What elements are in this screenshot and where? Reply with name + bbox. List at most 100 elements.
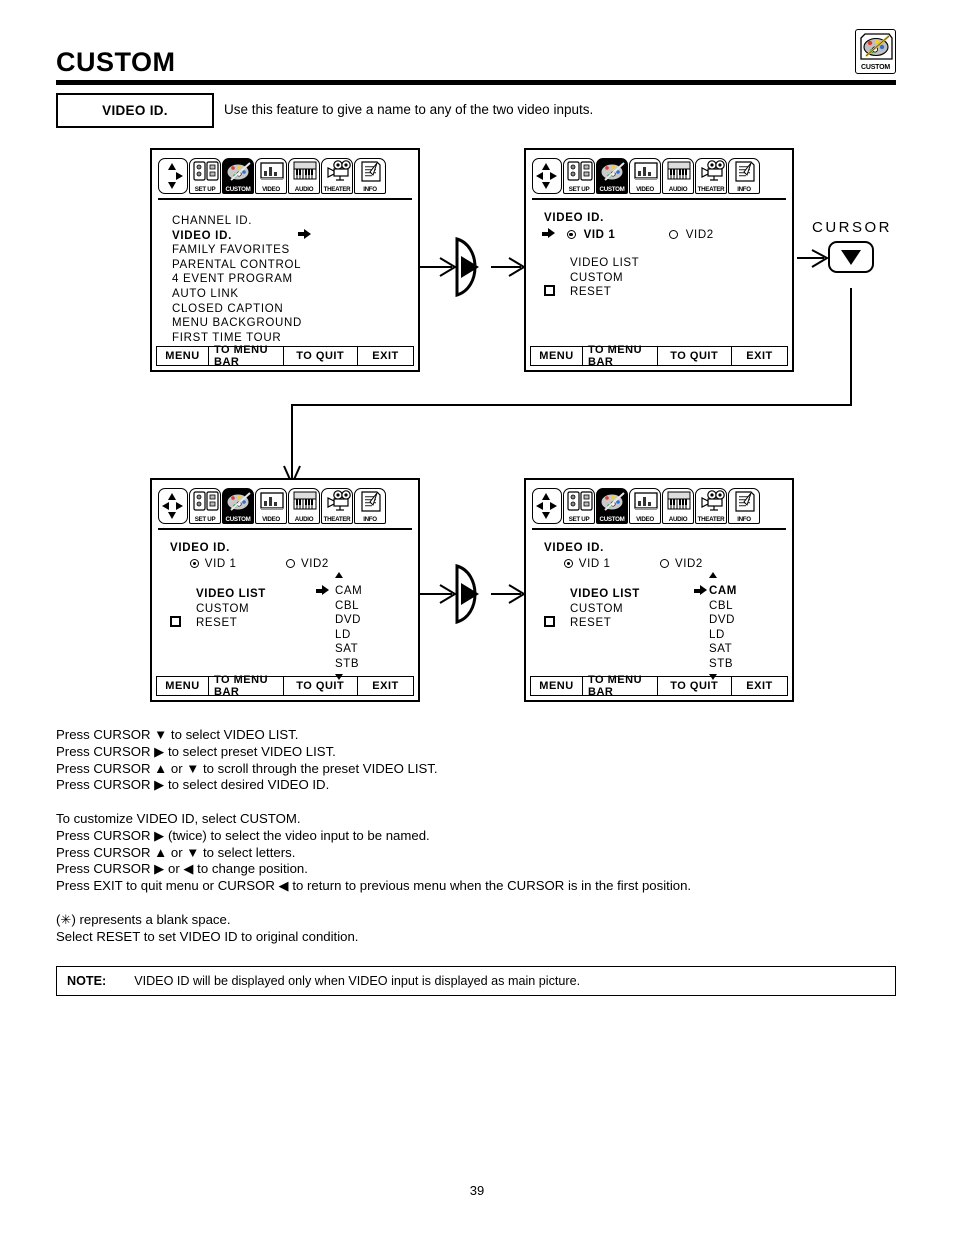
menu-item-parental-control[interactable]: PARENTAL CONTROL: [172, 258, 311, 273]
tab-cursor-pad[interactable]: [532, 158, 562, 194]
vid2-radio[interactable]: [660, 559, 670, 568]
tab-info[interactable]: INFO: [728, 158, 760, 194]
preset-item-selected[interactable]: CAM: [709, 584, 737, 599]
footer-menu[interactable]: MENU: [531, 677, 583, 695]
palette-icon: [225, 490, 251, 514]
tab-cursor-pad[interactable]: [158, 488, 188, 524]
preset-list: CAM CBL DVD LD SAT STB: [709, 584, 737, 671]
tab-video[interactable]: VIDEO: [255, 158, 287, 194]
preset-item[interactable]: CBL: [335, 599, 362, 614]
preset-item[interactable]: DVD: [335, 613, 362, 628]
cursor-down-widget[interactable]: CURSOR: [812, 219, 892, 273]
video-list-option[interactable]: VIDEO LIST: [570, 256, 639, 271]
menu-item-4-event-program[interactable]: 4 EVENT PROGRAM: [172, 272, 311, 287]
setup-icon: [566, 490, 593, 514]
tab-setup[interactable]: SET UP: [563, 158, 595, 194]
preset-item[interactable]: LD: [335, 628, 362, 643]
preset-item[interactable]: STB: [709, 657, 737, 672]
tab-setup[interactable]: SET UP: [189, 158, 221, 194]
preset-item[interactable]: CBL: [709, 599, 737, 614]
reset-option[interactable]: RESET: [544, 616, 640, 631]
preset-scroll-up-icon[interactable]: [335, 572, 343, 578]
tab-setup[interactable]: SET UP: [189, 488, 221, 524]
preset-item[interactable]: CAM: [335, 584, 362, 599]
vid1-radio[interactable]: [190, 559, 199, 568]
vid2-radio[interactable]: [668, 230, 678, 239]
vid1-radio[interactable]: [566, 230, 576, 239]
preset-item[interactable]: STB: [335, 657, 362, 672]
cursor-down-button[interactable]: [828, 241, 874, 273]
video-list-option[interactable]: VIDEO LIST: [196, 587, 266, 602]
preset-scroll-up-icon[interactable]: [709, 572, 717, 578]
menu-item-family-favorites[interactable]: FAMILY FAVORITES: [172, 243, 311, 258]
instruction-line: Press CURSOR ▼ to select VIDEO LIST.: [56, 727, 299, 742]
footer-to-quit[interactable]: TO QUIT: [658, 347, 732, 365]
reset-checkbox[interactable]: [170, 616, 181, 627]
tab-theater[interactable]: THEATER: [695, 158, 727, 194]
osd4-tab-row: SET UP CUSTOM VIDEO AUDIO THEATER INFO: [532, 486, 760, 524]
footer-menu[interactable]: MENU: [531, 347, 583, 365]
video-list-option[interactable]: VIDEO LIST: [570, 587, 640, 602]
custom-option[interactable]: CUSTOM: [196, 602, 266, 617]
feature-name-box: VIDEO ID.: [56, 93, 214, 128]
tab-theater[interactable]: THEATER: [321, 158, 353, 194]
footer-exit[interactable]: EXIT: [731, 347, 787, 365]
tab-custom[interactable]: CUSTOM: [222, 488, 254, 524]
menu-item-channel-id[interactable]: CHANNEL ID.: [172, 214, 311, 229]
tab-cursor-pad[interactable]: [532, 488, 562, 524]
tab-audio[interactable]: AUDIO: [288, 488, 320, 524]
tab-info[interactable]: INFO: [728, 488, 760, 524]
footer-exit[interactable]: EXIT: [731, 677, 787, 695]
reset-option[interactable]: RESET: [170, 616, 266, 631]
tab-setup[interactable]: SET UP: [563, 488, 595, 524]
footer-menu[interactable]: MENU: [157, 347, 209, 365]
menu-item-auto-link[interactable]: AUTO LINK: [172, 287, 311, 302]
reset-checkbox[interactable]: [544, 285, 555, 296]
menu-item-video-id[interactable]: VIDEO ID.: [172, 228, 311, 244]
menu-item-menu-background[interactable]: MENU BACKGROUND: [172, 316, 311, 331]
preset-item[interactable]: DVD: [709, 613, 737, 628]
preset-item[interactable]: LD: [709, 628, 737, 643]
cursor-right-button-bottom[interactable]: [447, 563, 493, 625]
preset-item[interactable]: SAT: [709, 642, 737, 657]
video-monitor-icon: [258, 490, 284, 514]
footer-to-menu-bar[interactable]: TO MENU BAR: [583, 344, 658, 368]
tab-custom[interactable]: CUSTOM: [596, 488, 628, 524]
footer-to-menu-bar[interactable]: TO MENU BAR: [209, 674, 284, 698]
footer-to-menu-bar[interactable]: TO MENU BAR: [209, 344, 284, 368]
tab-theater[interactable]: THEATER: [695, 488, 727, 524]
menu-item-closed-caption[interactable]: CLOSED CAPTION: [172, 302, 311, 317]
tab-cursor-pad[interactable]: [158, 158, 188, 194]
vid1-radio[interactable]: [564, 559, 573, 568]
tab-video[interactable]: VIDEO: [255, 488, 287, 524]
tab-custom[interactable]: CUSTOM: [596, 158, 628, 194]
footer-to-quit[interactable]: TO QUIT: [284, 677, 358, 695]
tab-video[interactable]: VIDEO: [629, 158, 661, 194]
preset-selection-arrow: [316, 585, 329, 598]
footer-to-quit[interactable]: TO QUIT: [284, 347, 358, 365]
tab-custom[interactable]: CUSTOM: [222, 158, 254, 194]
instruction-line: Press CURSOR ▶ (twice) to select the vid…: [56, 827, 430, 843]
reset-checkbox[interactable]: [544, 616, 555, 627]
tab-info[interactable]: INFO: [354, 488, 386, 524]
tab-video[interactable]: VIDEO: [629, 488, 661, 524]
tab-audio[interactable]: AUDIO: [662, 158, 694, 194]
preset-item[interactable]: SAT: [335, 642, 362, 657]
cursor-right-button-top[interactable]: [447, 236, 493, 298]
theater-projector-icon: [698, 160, 725, 184]
custom-option[interactable]: CUSTOM: [570, 271, 639, 286]
custom-option[interactable]: CUSTOM: [570, 602, 640, 617]
instructions-block-2: To customize VIDEO ID, select CUSTOM. Pr…: [56, 811, 691, 895]
tab-theater[interactable]: THEATER: [321, 488, 353, 524]
footer-to-menu-bar[interactable]: TO MENU BAR: [583, 674, 658, 698]
osd2-menu-bar: SET UP CUSTOM VIDEO AUDIO THEATER INFO: [532, 156, 786, 200]
footer-exit[interactable]: EXIT: [357, 347, 413, 365]
footer-to-quit[interactable]: TO QUIT: [658, 677, 732, 695]
tab-audio[interactable]: AUDIO: [662, 488, 694, 524]
reset-option[interactable]: RESET: [544, 285, 639, 300]
tab-audio[interactable]: AUDIO: [288, 158, 320, 194]
footer-menu[interactable]: MENU: [157, 677, 209, 695]
tab-info[interactable]: INFO: [354, 158, 386, 194]
footer-exit[interactable]: EXIT: [357, 677, 413, 695]
vid2-radio[interactable]: [286, 559, 296, 568]
